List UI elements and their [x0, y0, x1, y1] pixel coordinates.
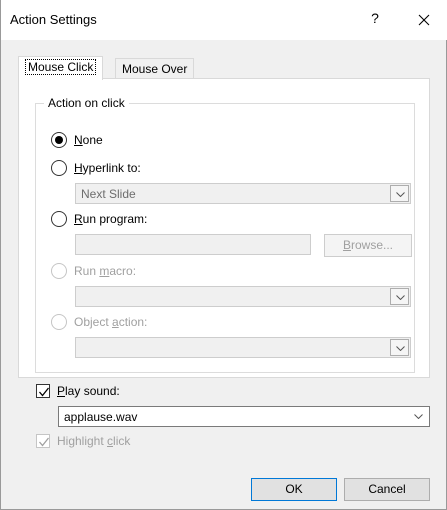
radio-hyperlink-row[interactable]: Hyperlink to:: [51, 160, 141, 176]
radio-run-macro-label: Run macro:: [74, 264, 137, 278]
browse-button[interactable]: Browse...: [324, 234, 412, 257]
radio-object-action[interactable]: [51, 314, 67, 330]
highlight-click-row[interactable]: Highlight click: [36, 434, 130, 448]
play-sound-label: Play sound:: [57, 384, 120, 398]
play-sound-checkbox[interactable]: [36, 384, 50, 398]
checkmark-icon: [39, 387, 50, 397]
run-macro-select[interactable]: [75, 286, 411, 307]
play-sound-row[interactable]: Play sound:: [36, 384, 120, 398]
tab-label: Mouse Over: [122, 62, 188, 76]
radio-object-action-row[interactable]: Object action:: [51, 314, 147, 330]
radio-run-program-row[interactable]: Run program:: [51, 211, 147, 227]
close-icon: [418, 14, 430, 26]
tab-mouse-over[interactable]: Mouse Over: [115, 58, 195, 79]
dialog-title: Action Settings: [10, 12, 97, 27]
highlight-click-label: Highlight click: [57, 434, 131, 448]
hyperlink-select-value: Next Slide: [81, 187, 136, 201]
radio-object-action-label: Object action:: [74, 315, 148, 329]
radio-run-macro[interactable]: [51, 263, 67, 279]
close-button[interactable]: [414, 10, 434, 30]
cancel-button[interactable]: Cancel: [344, 478, 430, 501]
hyperlink-select[interactable]: Next Slide: [75, 183, 411, 204]
chevron-down-icon: [390, 185, 409, 202]
sound-select[interactable]: applause.wav: [58, 406, 430, 427]
tab-mouse-click[interactable]: Mouse Click: [18, 56, 104, 80]
radio-run-program[interactable]: [51, 211, 67, 227]
highlight-click-checkbox[interactable]: [36, 434, 50, 448]
action-settings-dialog: Action Settings ? Mouse Click Mouse Over…: [0, 0, 447, 510]
radio-none[interactable]: [51, 132, 67, 148]
radio-hyperlink-label: Hyperlink to:: [74, 161, 141, 175]
ok-button[interactable]: OK: [251, 478, 337, 501]
radio-run-program-label: Run program:: [74, 212, 148, 226]
sound-select-value: applause.wav: [64, 410, 138, 424]
chevron-down-icon: [409, 408, 428, 425]
tab-panel: Action on click None Hyperlink to: Next …: [18, 78, 430, 378]
radio-hyperlink[interactable]: [51, 160, 67, 176]
tab-label: Mouse Click: [25, 59, 97, 75]
group-label: Action on click: [44, 96, 129, 110]
radio-run-macro-row[interactable]: Run macro:: [51, 263, 136, 279]
checkmark-icon: [39, 437, 50, 447]
radio-none-label: None: [74, 133, 103, 147]
help-button[interactable]: ?: [366, 10, 384, 26]
object-action-select[interactable]: [75, 337, 411, 358]
action-on-click-group: Action on click None Hyperlink to: Next …: [35, 96, 415, 373]
run-program-input[interactable]: [75, 234, 311, 255]
title-bar: Action Settings ?: [1, 0, 447, 40]
radio-none-row[interactable]: None: [51, 132, 103, 148]
chevron-down-icon: [390, 339, 409, 356]
chevron-down-icon: [390, 288, 409, 305]
